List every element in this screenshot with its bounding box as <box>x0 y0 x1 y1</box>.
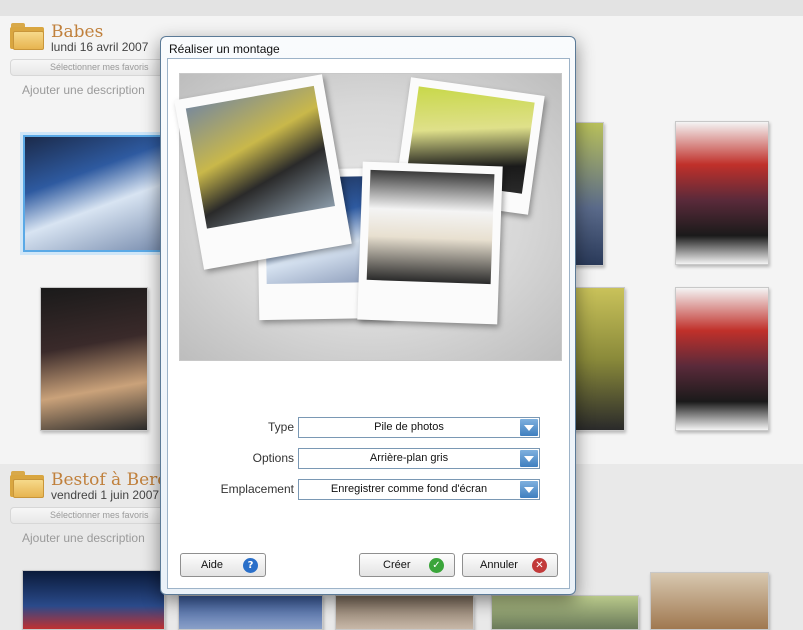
photo-thumbnail[interactable] <box>335 595 474 630</box>
create-button[interactable]: Créer ✓ <box>359 553 455 577</box>
photo-thumbnail[interactable] <box>650 572 769 630</box>
select-favorites-button[interactable]: Sélectionner mes favoris <box>10 59 170 76</box>
options-label: Options <box>252 451 294 465</box>
chevron-down-icon[interactable] <box>520 450 538 467</box>
chevron-down-icon[interactable] <box>520 481 538 498</box>
options-row: Options Arrière-plan gris <box>168 448 571 470</box>
add-description-link[interactable]: Ajouter une description <box>22 83 145 97</box>
album-date: lundi 16 avril 2007 <box>51 40 149 54</box>
options-value: Arrière-plan gris <box>369 452 449 464</box>
photo-thumbnail[interactable] <box>178 595 323 630</box>
location-row: Emplacement Enregistrer comme fond d'écr… <box>168 479 571 501</box>
folder-icon <box>10 21 44 51</box>
location-label: Emplacement <box>220 482 294 496</box>
preview-photo <box>357 161 503 325</box>
photo-thumbnail[interactable] <box>40 287 148 431</box>
help-button[interactable]: Aide ? <box>180 553 266 577</box>
album-date: vendredi 1 juin 2007 <box>51 488 160 502</box>
options-select[interactable]: Arrière-plan gris <box>298 448 540 469</box>
photo-thumbnail[interactable] <box>570 287 625 431</box>
type-select[interactable]: Pile de photos <box>298 417 540 438</box>
question-icon: ? <box>243 558 258 573</box>
type-value: Pile de photos <box>374 421 444 433</box>
location-value: Enregistrer comme fond d'écran <box>330 483 488 495</box>
folder-icon <box>10 469 44 499</box>
type-row: Type Pile de photos <box>168 417 571 439</box>
select-favorites-button[interactable]: Sélectionner mes favoris <box>10 507 170 524</box>
top-strip <box>0 0 803 16</box>
help-button-label: Aide <box>201 559 224 571</box>
checkmark-icon: ✓ <box>429 558 444 573</box>
preview-photo <box>174 74 352 270</box>
photo-thumbnail[interactable] <box>23 135 162 252</box>
montage-dialog: Réaliser un montage Type Pile de photos <box>160 36 576 595</box>
montage-preview <box>174 73 562 361</box>
cancel-button[interactable]: Annuler ✕ <box>462 553 558 577</box>
album-title[interactable]: Babes <box>51 22 103 42</box>
cross-icon: ✕ <box>532 558 547 573</box>
photo-thumbnail[interactable] <box>491 595 639 630</box>
type-label: Type <box>267 420 294 434</box>
create-button-label: Créer <box>383 559 411 571</box>
chevron-down-icon[interactable] <box>520 419 538 436</box>
photo-thumbnail[interactable] <box>22 570 165 630</box>
album-title[interactable]: Bestof à Bercy <box>51 470 176 490</box>
dialog-content: Type Pile de photos Options Arrière-plan… <box>167 58 570 589</box>
photo-thumbnail[interactable] <box>675 287 769 431</box>
photo-thumbnail[interactable] <box>675 121 769 265</box>
dialog-title: Réaliser un montage <box>169 42 280 56</box>
cancel-button-label: Annuler <box>480 559 518 571</box>
add-description-link[interactable]: Ajouter une description <box>22 531 145 545</box>
location-select[interactable]: Enregistrer comme fond d'écran <box>298 479 540 500</box>
